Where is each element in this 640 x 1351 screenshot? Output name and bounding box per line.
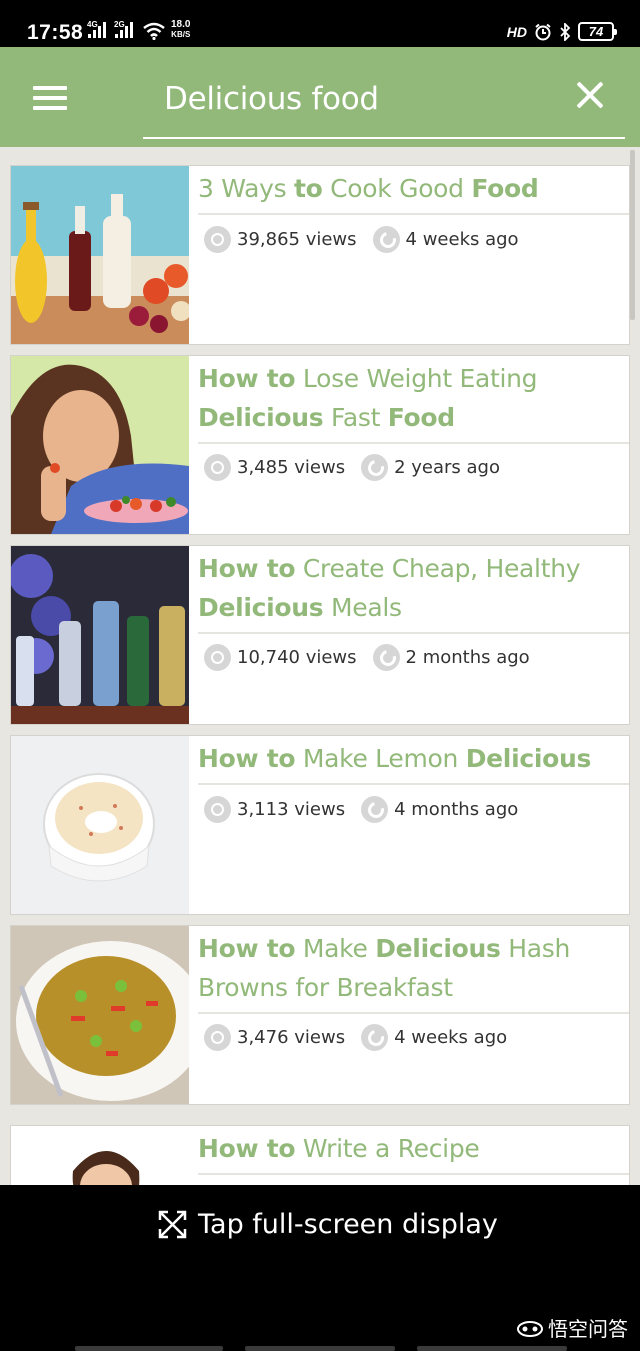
refresh-icon [372,226,400,253]
views-count: 39,865 views [237,229,357,250]
article-title[interactable]: How to Make Lemon Delicious [198,736,629,785]
article-stats: 3,476 views 4 weeks ago [204,1024,507,1051]
article-card[interactable]: How to Make Lemon Delicious 3,113 views … [10,735,630,915]
article-title[interactable]: How to Make Delicious Hash Browns for Br… [198,926,629,1014]
views-count: 3,476 views [237,1027,346,1048]
article-thumbnail [11,546,189,724]
article-title[interactable]: 3 Ways to Cook Good Food [198,166,629,215]
article-card[interactable]: How to Make Delicious Hash Browns for Br… [10,925,630,1105]
hd-indicator: HD [506,23,527,40]
article-age: 4 weeks ago [394,1027,508,1048]
scrollbar[interactable] [630,150,635,320]
article-age: 4 months ago [394,799,519,820]
search-query[interactable]: Delicious food [164,81,379,117]
bottom-overlay: Tap full-screen display 悟空问答 [0,1185,640,1351]
article-card[interactable]: 3 Ways to Cook Good Food 39,865 views 4 … [10,165,630,345]
nav-indicator [417,1346,567,1351]
article-thumbnail [11,356,189,534]
signal-icon: 4G [87,20,106,38]
bluetooth-icon [560,22,571,41]
views-count: 10,740 views [237,647,357,668]
network-speed: 18.0 KB/S [171,19,191,40]
nav-indicator [75,1346,223,1351]
article-age: 2 months ago [405,647,530,668]
refresh-icon [361,1024,389,1051]
article-stats: 3,485 views 2 years ago [204,454,500,481]
views-count: 3,485 views [237,457,346,478]
fullscreen-label: Tap full-screen display [198,1209,498,1240]
refresh-icon [361,454,389,481]
fullscreen-icon [158,1210,187,1239]
signal-icon-2: 2G [114,20,133,38]
nav-indicator [245,1346,395,1351]
article-stats: 39,865 views 4 weeks ago [204,226,519,253]
status-time: 17:58 [27,21,84,44]
views-icon [204,1024,231,1051]
alarm-icon [535,23,551,40]
refresh-icon [361,796,389,823]
results-list[interactable]: 3 Ways to Cook Good Food 39,865 views 4 … [0,147,640,1185]
article-thumbnail [11,166,189,344]
menu-icon[interactable] [33,86,67,110]
search-input[interactable]: Delicious food [143,69,625,139]
refresh-icon [372,644,400,671]
wifi-icon [143,22,165,40]
article-title[interactable]: How to Lose Weight Eating Delicious Fast… [198,356,629,444]
article-stats: 3,113 views 4 months ago [204,796,518,823]
views-icon [204,644,231,671]
article-thumbnail [11,1126,189,1185]
brand-logo: 悟空问答 [516,1313,628,1342]
article-title[interactable]: How to Create Cheap, Healthy Delicious M… [198,546,629,634]
article-card[interactable]: How to Write a Recipe [10,1125,630,1185]
article-thumbnail [11,926,189,1104]
brand-label: 悟空问答 [548,1317,628,1341]
article-thumbnail [11,736,189,914]
close-icon[interactable] [574,79,606,111]
article-age: 4 weeks ago [405,229,519,250]
views-count: 3,113 views [237,799,346,820]
views-icon [204,454,231,481]
battery-icon: 74 [578,22,617,41]
article-title[interactable]: How to Write a Recipe [198,1126,629,1175]
article-age: 2 years ago [394,457,500,478]
article-stats: 10,740 views 2 months ago [204,644,530,671]
views-icon [204,796,231,823]
article-card[interactable]: How to Create Cheap, Healthy Delicious M… [10,545,630,725]
brand-icon [517,1320,543,1337]
views-icon [204,226,231,253]
status-bar: 17:58 4G 2G 18.0 KB/S HD 74 [0,0,640,47]
fullscreen-button[interactable]: Tap full-screen display [158,1209,498,1240]
article-card[interactable]: How to Lose Weight Eating Delicious Fast… [10,355,630,535]
app-bar: Delicious food [0,47,640,147]
